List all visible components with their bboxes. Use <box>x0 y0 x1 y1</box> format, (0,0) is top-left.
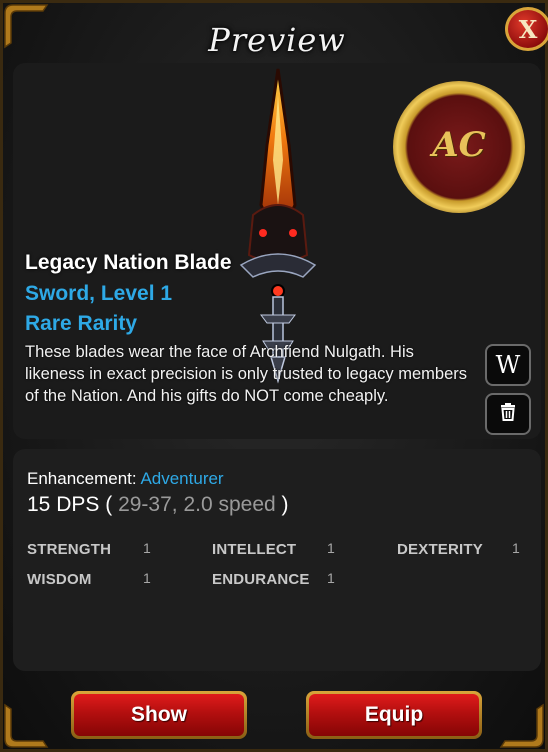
item-preview-image <box>233 65 323 385</box>
dps-line: 15 DPS ( 29-37, 2.0 speed ) <box>27 493 289 517</box>
dps-detail: 29-37, 2.0 speed <box>118 493 276 516</box>
close-button[interactable]: X <box>505 7 548 51</box>
wiki-button[interactable]: W <box>485 344 531 386</box>
stat-wisdom-label: WISDOM <box>27 571 92 588</box>
stat-strength-label: STRENGTH <box>27 541 112 558</box>
item-rarity: Rare Rarity <box>25 312 138 335</box>
window-title: Preview <box>208 21 346 59</box>
close-icon: X <box>518 14 538 44</box>
ornament-corner-bottom-left <box>3 703 49 749</box>
stat-dexterity-value: 1 <box>512 540 520 556</box>
trash-icon <box>498 402 518 427</box>
preview-window: Preview X AC Legacy Nation Blade Sword, … <box>0 0 548 752</box>
item-name: Legacy Nation Blade <box>25 251 232 274</box>
show-button[interactable]: Show <box>71 691 247 739</box>
stat-dexterity-label: DEXTERITY <box>397 541 483 558</box>
delete-button[interactable] <box>485 393 531 435</box>
dps-close-paren: ) <box>281 493 289 516</box>
item-type-level: Sword, Level 1 <box>25 282 173 305</box>
show-button-label: Show <box>74 694 244 736</box>
equip-button-label: Equip <box>309 694 479 736</box>
stat-intellect-value: 1 <box>327 540 335 556</box>
stat-strength-value: 1 <box>143 540 151 556</box>
equip-button[interactable]: Equip <box>306 691 482 739</box>
ornament-corner-bottom-right <box>499 703 545 749</box>
enhancement-value: Adventurer <box>140 469 224 488</box>
item-description: These blades wear the face of Archfiend … <box>25 343 468 405</box>
aqw-emblem-logo: AC <box>393 81 525 213</box>
stat-intellect-label: INTELLECT <box>212 541 297 558</box>
dps-open-paren: ( <box>105 493 113 516</box>
dps-value: 15 DPS <box>27 493 100 516</box>
stat-endurance-value: 1 <box>327 570 335 586</box>
stat-endurance-label: ENDURANCE <box>212 571 310 588</box>
enhancement-label: Enhancement: <box>27 469 137 488</box>
wiki-icon: W <box>495 351 521 379</box>
enhancement-line: Enhancement: Adventurer <box>27 469 224 489</box>
stat-wisdom-value: 1 <box>143 570 151 586</box>
